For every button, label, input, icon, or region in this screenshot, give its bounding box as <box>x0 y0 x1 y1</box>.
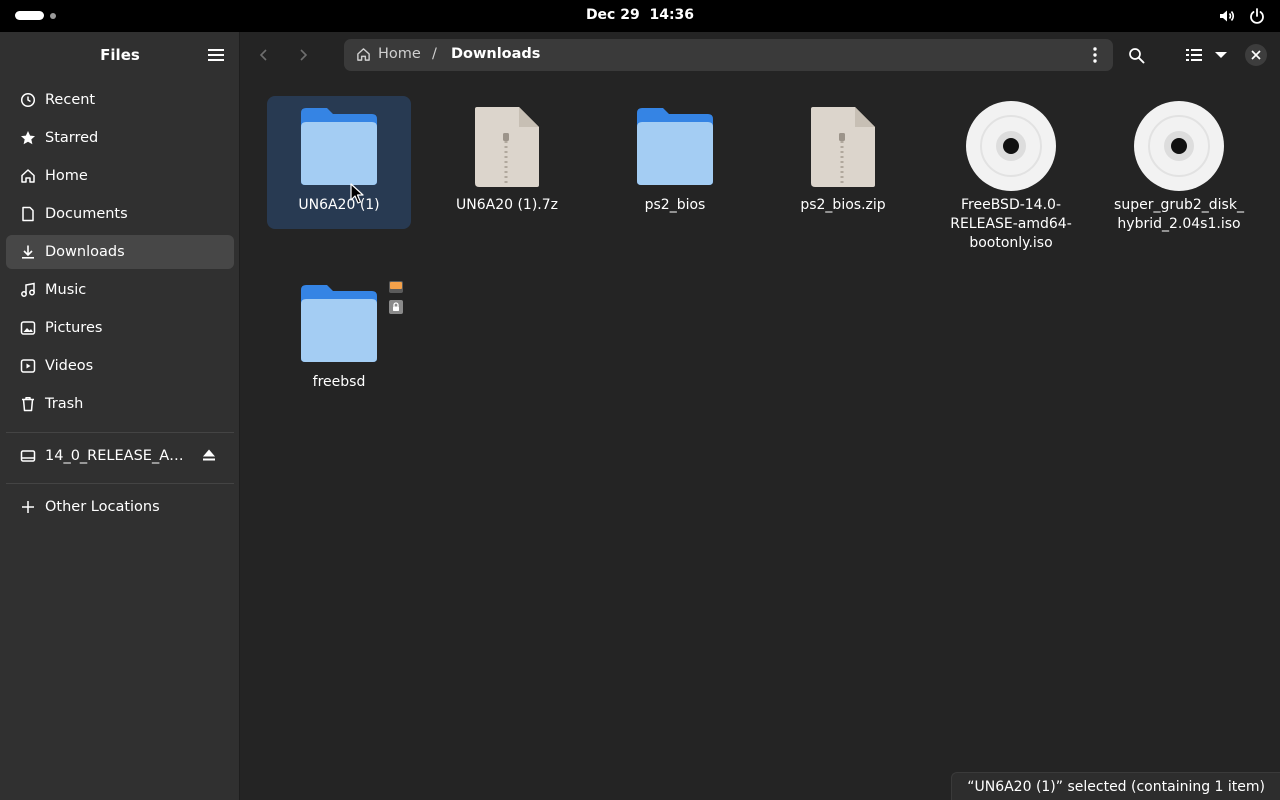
file-item-archive[interactable]: ps2_bios.zip <box>771 96 915 215</box>
home-icon <box>357 47 370 61</box>
sidebar-item-recent[interactable]: Recent <box>6 83 234 117</box>
breadcrumb-home-label: Home <box>378 46 421 62</box>
breadcrumb-home[interactable]: Home <box>356 46 421 62</box>
file-name: UN6A20 (1).7z <box>455 197 558 213</box>
sidebar-item-label: Pictures <box>45 320 103 336</box>
sidebar-item-label: Trash <box>45 396 84 412</box>
power-icon <box>1250 8 1264 24</box>
home-icon <box>19 167 37 185</box>
activities-button[interactable] <box>15 11 56 20</box>
eject-icon <box>203 449 215 461</box>
sidebar-item-trash[interactable]: Trash <box>6 387 234 421</box>
sidebar-item-other-locations[interactable]: Other Locations <box>6 490 234 524</box>
file-name: UN6A20 (1) <box>298 197 380 213</box>
sidebar-item-label: Home <box>45 168 88 184</box>
breadcrumb-current[interactable]: Downloads <box>451 46 540 62</box>
main-menu-button[interactable] <box>204 44 228 66</box>
sidebar-item-label: Documents <box>45 206 128 222</box>
document-icon <box>19 205 37 223</box>
sidebar-divider <box>6 483 234 484</box>
volume-icon <box>1220 10 1235 22</box>
sidebar-item-label: Music <box>45 282 87 298</box>
clock-button[interactable]: Dec 29 14:36 <box>586 7 694 23</box>
sidebar-item-starred[interactable]: Starred <box>6 121 234 155</box>
file-emblems <box>389 280 403 314</box>
clock-time: 14:36 <box>649 7 695 23</box>
folder-icon <box>267 96 411 196</box>
breadcrumb-separator: / <box>432 46 437 62</box>
sidebar-item-downloads[interactable]: Downloads <box>6 235 234 269</box>
vertical-dots-icon <box>1093 47 1097 63</box>
video-icon <box>19 357 37 375</box>
sidebar-item-music[interactable]: Music <box>6 273 234 307</box>
drive-emblem-icon <box>389 281 403 293</box>
sidebar-item-label: Other Locations <box>45 499 160 515</box>
list-view-icon <box>1186 49 1202 61</box>
clock-date: Dec 29 <box>585 7 640 23</box>
chevron-right-icon <box>300 49 308 61</box>
sidebar-item-label: Recent <box>45 92 96 108</box>
search-icon <box>1128 47 1144 63</box>
file-name: super_grub2_disk_hybrid_2.04s1.iso <box>1114 197 1244 232</box>
trash-icon <box>19 395 37 413</box>
sidebar-header: Files <box>0 32 240 78</box>
file-item-folder[interactable]: ps2_bios <box>603 96 747 215</box>
hamburger-menu-icon <box>208 49 224 61</box>
sidebar-item-drive[interactable]: 14_0_RELEASE_AMD64_BO <box>6 439 234 473</box>
drive-icon <box>19 447 37 465</box>
sidebar: Files Recent Starred Home Documents Down… <box>0 32 240 800</box>
forward-button[interactable] <box>291 43 315 67</box>
sidebar-item-label: Downloads <box>45 244 125 260</box>
file-item-archive[interactable]: UN6A20 (1).7z <box>435 96 579 215</box>
download-icon <box>19 243 37 261</box>
back-button[interactable] <box>252 43 276 67</box>
drive-label: 14_0_RELEASE_AMD64_BO <box>45 448 190 464</box>
sidebar-divider <box>6 432 234 433</box>
search-button[interactable] <box>1124 43 1148 67</box>
music-icon <box>19 281 37 299</box>
view-toggle-button[interactable] <box>1182 43 1206 67</box>
file-item-disc-image[interactable]: super_grub2_disk_hybrid_2.04s1.iso <box>1107 96 1251 234</box>
star-icon <box>19 129 37 147</box>
eject-button[interactable] <box>202 448 216 466</box>
sidebar-item-videos[interactable]: Videos <box>6 349 234 383</box>
clock: Dec 29 14:36 <box>0 7 1280 23</box>
view-options-dropdown[interactable] <box>1210 43 1232 67</box>
sidebar-item-documents[interactable]: Documents <box>6 197 234 231</box>
workspace-active-indicator <box>15 11 44 20</box>
plus-icon <box>19 498 37 516</box>
picture-icon <box>19 319 37 337</box>
file-name: FreeBSD-14.0-RELEASE-amd64-bootonly.iso <box>950 197 1072 251</box>
disc-icon <box>1107 96 1251 196</box>
path-menu-button[interactable] <box>1085 45 1105 65</box>
file-name: ps2_bios.zip <box>800 197 886 213</box>
top-bar: Dec 29 14:36 <box>0 0 1280 32</box>
file-grid: UN6A20 (1) UN6A20 (1).7z ps2_bios ps2_bi… <box>240 78 1280 800</box>
file-name: ps2_bios <box>644 197 706 213</box>
folder-icon <box>603 96 747 196</box>
file-item-disc-image[interactable]: FreeBSD-14.0-RELEASE-amd64-bootonly.iso <box>939 96 1083 253</box>
sidebar-item-home[interactable]: Home <box>6 159 234 193</box>
places-list: Recent Starred Home Documents Downloads … <box>6 83 234 425</box>
archive-icon <box>771 96 915 196</box>
close-icon <box>1251 50 1261 60</box>
selection-status: “UN6A20 (1)” selected (containing 1 item… <box>951 772 1280 800</box>
sidebar-item-label: Starred <box>45 130 99 146</box>
lock-emblem-icon <box>389 300 403 314</box>
sidebar-item-pictures[interactable]: Pictures <box>6 311 234 345</box>
mouse-pointer-icon <box>350 183 364 204</box>
system-menu[interactable] <box>1218 7 1266 25</box>
path-bar[interactable]: Home / Downloads <box>344 39 1113 71</box>
header-bar: Home / Downloads <box>240 32 1280 78</box>
file-name: freebsd <box>312 374 366 390</box>
workspace-indicator <box>50 12 56 19</box>
window-close-button[interactable] <box>1245 44 1267 66</box>
chevron-down-icon <box>1215 52 1227 58</box>
sidebar-item-label: Videos <box>45 358 94 374</box>
chevron-left-icon <box>259 49 267 61</box>
clock-icon <box>19 91 37 109</box>
file-item-folder[interactable]: UN6A20 (1) <box>267 96 411 229</box>
archive-icon <box>435 96 579 196</box>
disc-icon <box>939 96 1083 196</box>
